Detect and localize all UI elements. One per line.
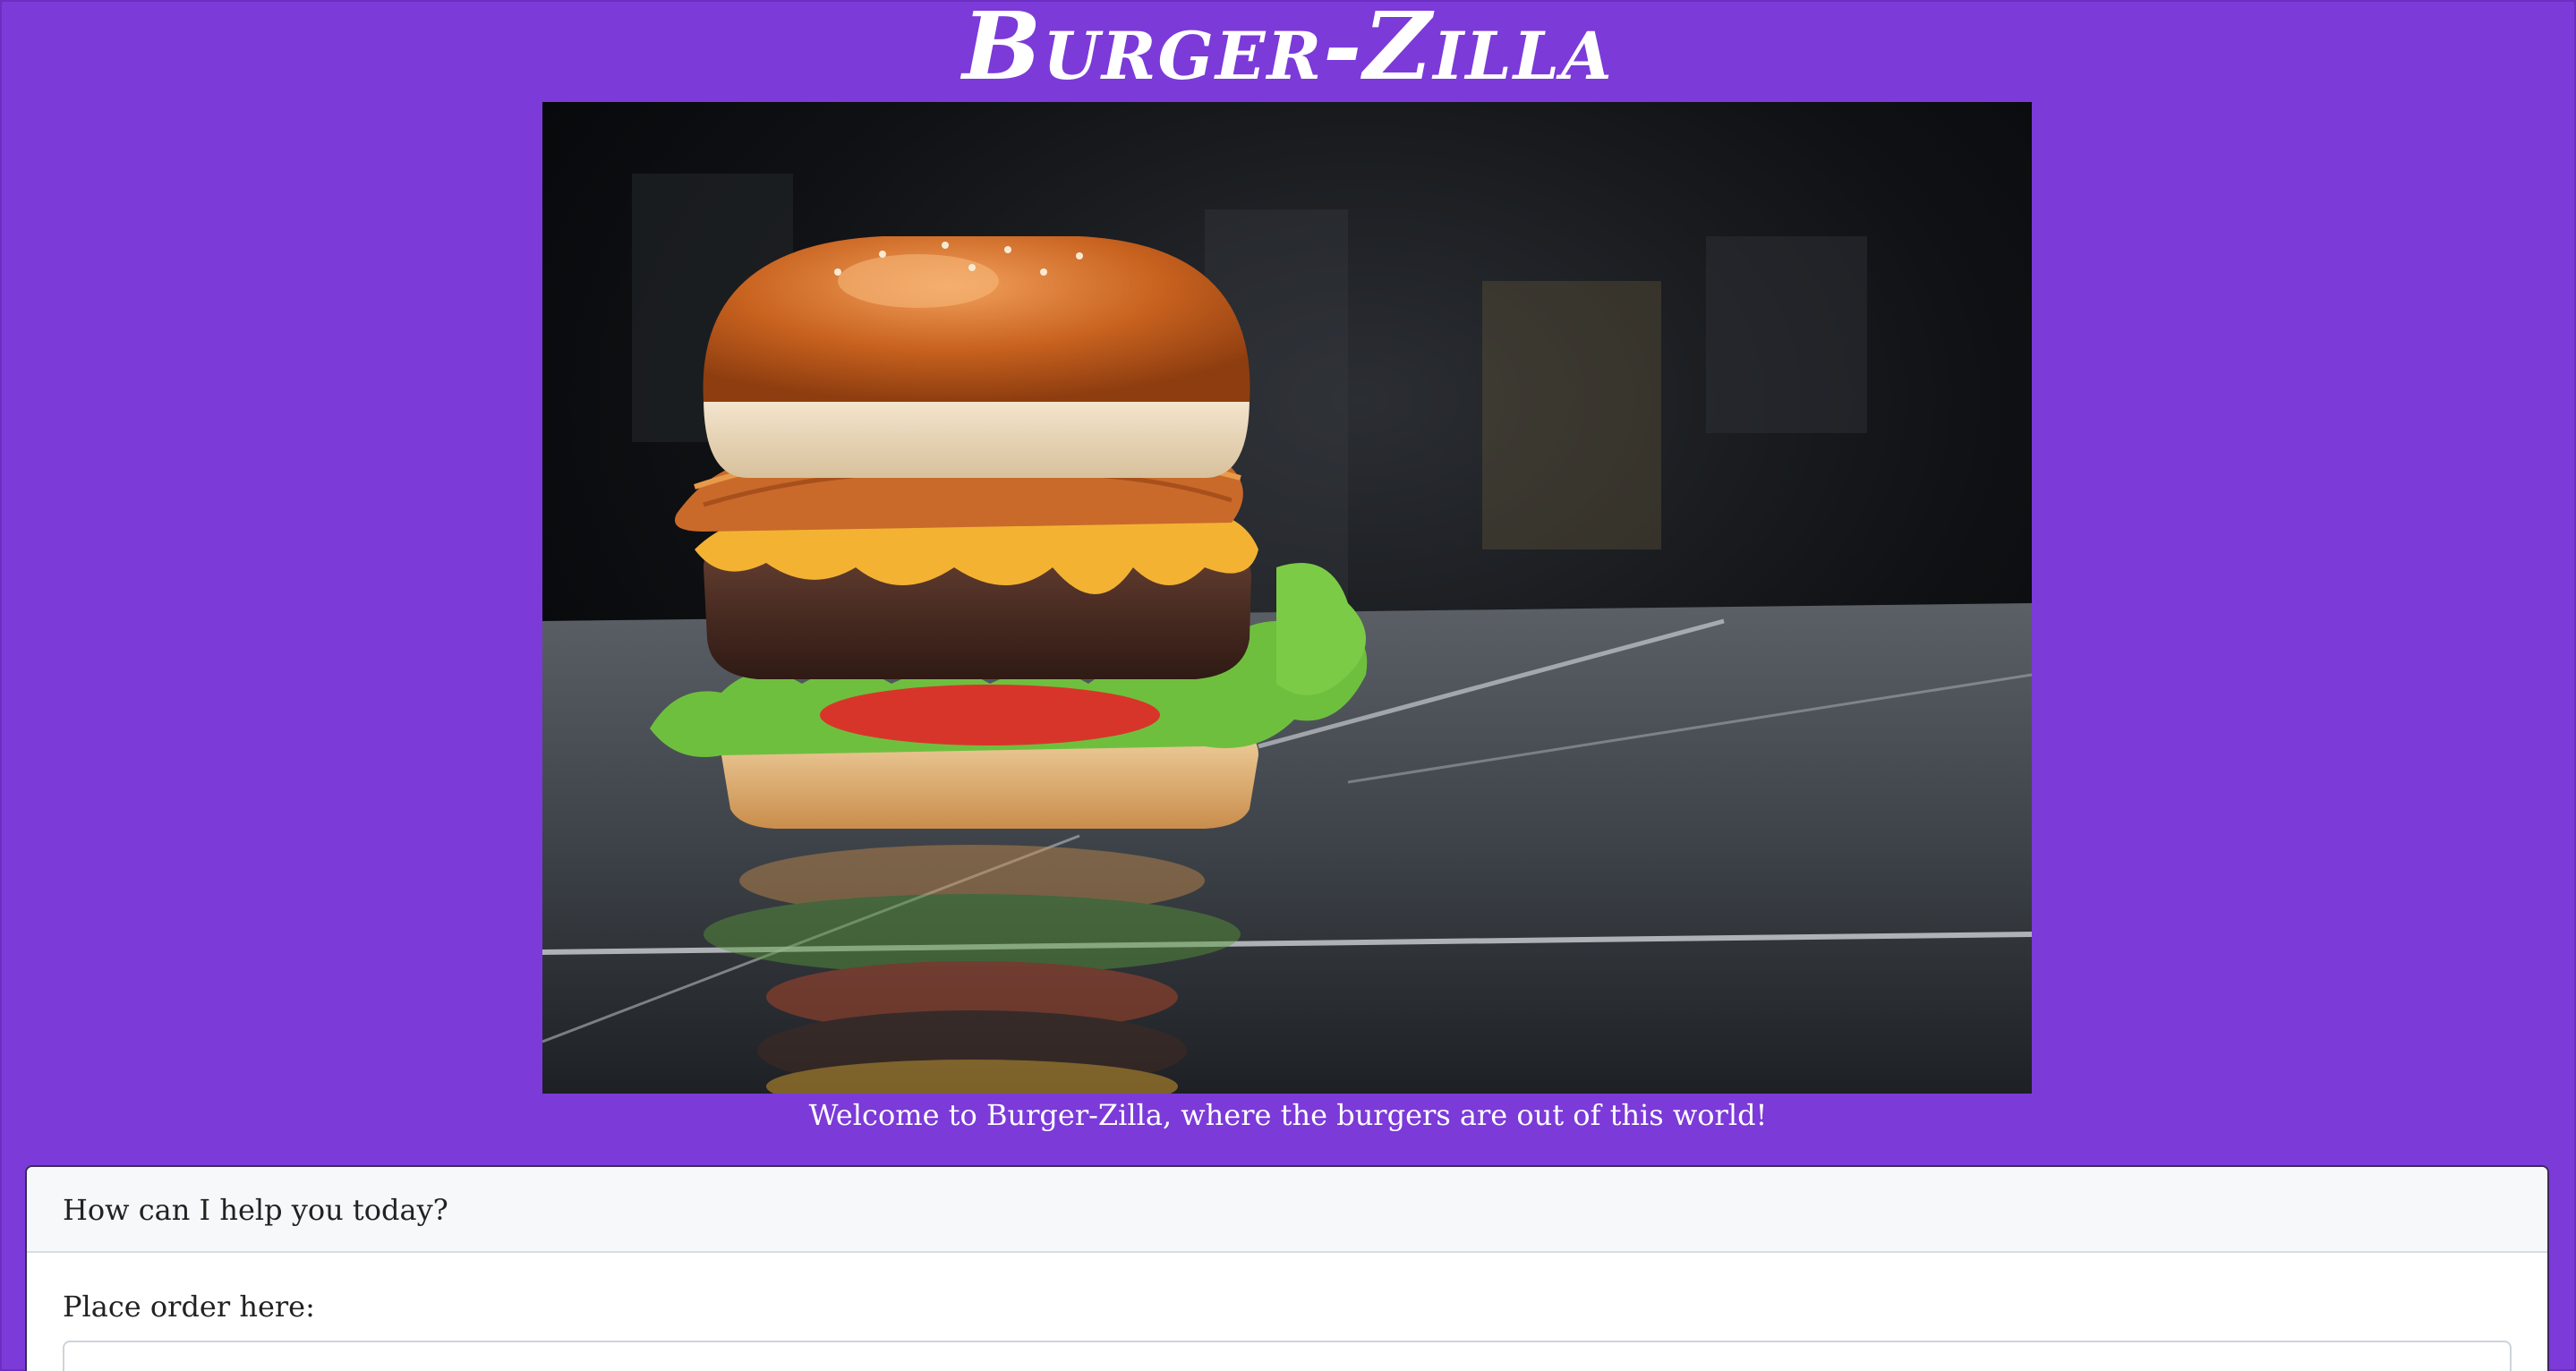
- order-input[interactable]: [63, 1341, 2512, 1371]
- card-header: How can I help you today?: [27, 1167, 2547, 1253]
- site-title: Burger-Zilla: [962, 0, 1614, 101]
- card-body: Place order here:: [27, 1253, 2547, 1371]
- chat-card: How can I help you today? Place order he…: [25, 1165, 2549, 1371]
- hero-image: [542, 102, 2032, 1094]
- welcome-message: Welcome to Burger-Zilla, where the burge…: [808, 1098, 1768, 1132]
- order-label: Place order here:: [63, 1290, 315, 1324]
- burger-photo-icon: [542, 102, 2032, 1094]
